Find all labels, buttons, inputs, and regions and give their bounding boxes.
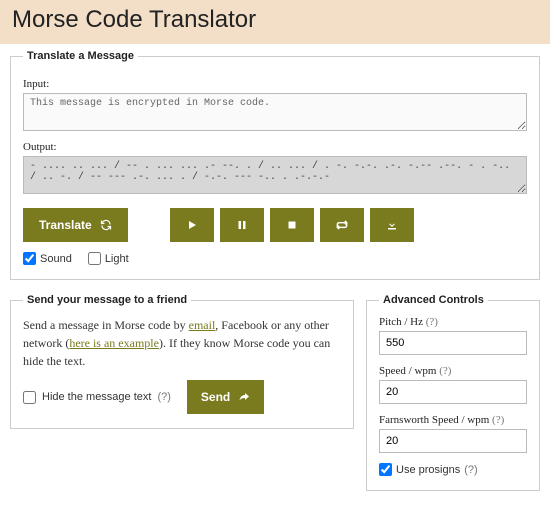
sound-label: Sound xyxy=(40,253,72,265)
hide-text-checkbox[interactable] xyxy=(23,391,36,404)
input-textarea[interactable]: This message is encrypted in Morse code. xyxy=(23,93,527,131)
play-button[interactable] xyxy=(170,208,214,242)
download-icon xyxy=(386,219,398,231)
send-legend: Send your message to a friend xyxy=(23,294,191,306)
play-icon xyxy=(186,219,198,231)
email-link[interactable]: email xyxy=(189,318,216,332)
farnsworth-label: Farnsworth Speed / wpm (?) xyxy=(379,414,527,426)
speed-label: Speed / wpm (?) xyxy=(379,365,527,377)
light-checkbox[interactable] xyxy=(88,252,101,265)
example-link[interactable]: here is an example xyxy=(69,336,159,350)
refresh-icon xyxy=(100,219,112,231)
sound-option[interactable]: Sound xyxy=(23,252,72,265)
pitch-label: Pitch / Hz (?) xyxy=(379,316,527,328)
translate-legend: Translate a Message xyxy=(23,50,138,62)
send-button[interactable]: Send xyxy=(187,380,264,414)
speed-input[interactable] xyxy=(379,380,527,404)
input-label: Input: xyxy=(23,78,527,90)
translate-panel: Translate a Message Input: This message … xyxy=(10,50,540,280)
light-option[interactable]: Light xyxy=(88,252,129,265)
prosigns-label: Use prosigns xyxy=(396,464,460,476)
farnsworth-help-icon[interactable]: (?) xyxy=(492,414,504,426)
light-label: Light xyxy=(105,253,129,265)
loop-icon xyxy=(335,219,349,231)
pitch-input[interactable] xyxy=(379,331,527,355)
header: Morse Code Translator xyxy=(0,0,550,44)
advanced-legend: Advanced Controls xyxy=(379,294,488,306)
advanced-panel: Advanced Controls Pitch / Hz (?) Speed /… xyxy=(366,294,540,491)
stop-button[interactable] xyxy=(270,208,314,242)
translate-button-label: Translate xyxy=(39,218,92,232)
speed-help-icon[interactable]: (?) xyxy=(439,365,451,377)
output-label: Output: xyxy=(23,141,527,153)
send-button-label: Send xyxy=(201,390,230,404)
output-textarea[interactable]: - .... .. ... / -- . ... ... .- --. . / … xyxy=(23,156,527,194)
pause-icon xyxy=(236,219,248,231)
page-title: Morse Code Translator xyxy=(12,6,538,34)
stop-icon xyxy=(286,219,298,231)
pause-button[interactable] xyxy=(220,208,264,242)
share-icon xyxy=(238,391,250,403)
send-panel: Send your message to a friend Send a mes… xyxy=(10,294,354,429)
send-description: Send a message in Morse code by email, F… xyxy=(23,316,341,370)
translate-button[interactable]: Translate xyxy=(23,208,128,242)
prosigns-checkbox[interactable] xyxy=(379,463,392,476)
hide-text-label: Hide the message text xyxy=(42,391,151,403)
farnsworth-input[interactable] xyxy=(379,429,527,453)
loop-button[interactable] xyxy=(320,208,364,242)
download-button[interactable] xyxy=(370,208,414,242)
prosigns-help-icon[interactable]: (?) xyxy=(464,464,477,476)
hide-help-icon[interactable]: (?) xyxy=(157,391,170,403)
sound-checkbox[interactable] xyxy=(23,252,36,265)
pitch-help-icon[interactable]: (?) xyxy=(426,316,438,328)
